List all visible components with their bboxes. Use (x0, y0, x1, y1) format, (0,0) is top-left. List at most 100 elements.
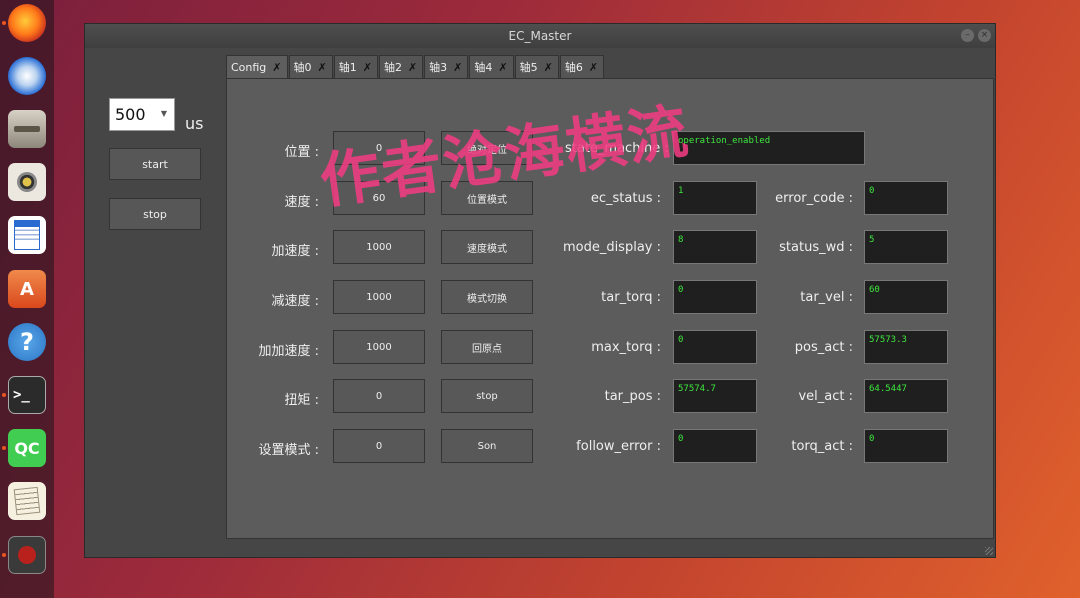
speed-label: 速度 : (284, 195, 319, 210)
decel-field[interactable]: 1000 (333, 280, 425, 314)
period-value: 500 (115, 105, 146, 124)
files-icon[interactable] (8, 110, 46, 148)
minimize-icon[interactable]: – (961, 29, 974, 42)
qtcreator-icon[interactable]: QC (8, 429, 46, 467)
tar-torq-label: tar_torq : (601, 290, 661, 305)
firefox-icon[interactable] (8, 4, 46, 42)
speed-field[interactable]: 60 (333, 181, 425, 215)
tab-label: 轴0 (293, 61, 312, 74)
close-tab-icon[interactable]: ✗ (498, 61, 507, 74)
tab-axis-3[interactable]: 轴3 ✗ (424, 55, 469, 78)
record-icon (18, 546, 36, 564)
tab-axis-6[interactable]: 轴6 ✗ (559, 55, 605, 78)
tab-axis-0[interactable]: 轴0 ✗ (288, 55, 333, 78)
tab-axis-5[interactable]: 轴5 ✗ (514, 55, 559, 78)
position-label: 位置 : (284, 145, 319, 160)
running-indicator (2, 446, 6, 450)
tar-vel-display: 60 (864, 280, 948, 314)
mode-display-label: mode_display : (562, 240, 661, 255)
recorder-icon[interactable] (8, 536, 46, 574)
tar-pos-label: tar_pos : (604, 389, 661, 404)
tar-vel-label: tar_vel : (800, 290, 853, 305)
mode-display-display: 8 (673, 230, 757, 264)
thunderbird-icon[interactable] (8, 57, 46, 95)
error-code-display: 0 (864, 181, 948, 215)
velocity-mode-button[interactable]: 速度模式 (441, 230, 533, 264)
follow-error-label: follow_error : (576, 439, 661, 454)
state-machine-label: state_machine : (565, 141, 669, 156)
running-indicator (2, 553, 6, 557)
ec-status-label: ec_status : (590, 191, 661, 206)
rhythmbox-icon[interactable] (8, 163, 46, 201)
resize-grip[interactable] (985, 547, 993, 555)
start-button[interactable]: start (109, 148, 201, 180)
tab-label: 轴1 (338, 61, 357, 74)
torq-act-display: 0 (864, 429, 948, 463)
period-select[interactable]: 500 ▼ (109, 98, 175, 131)
ec-master-window: EC_Master – × 500 ▼ us start stop Config… (84, 23, 996, 558)
close-tab-icon[interactable]: ✗ (318, 61, 327, 74)
dock: A ? >_ QC (0, 0, 54, 598)
tab-bar: Config ✗ 轴0 ✗ 轴1 ✗ 轴2 ✗ 轴3 ✗ 轴4 ✗ 轴5 ✗ 轴6 ✗ (226, 55, 605, 79)
tab-label: 轴2 (383, 61, 402, 74)
close-tab-icon[interactable]: ✗ (272, 61, 281, 74)
vel-act-display: 64.5447 (864, 379, 948, 413)
window-title: EC_Master (508, 29, 572, 43)
drawer-handle-icon (14, 126, 40, 132)
close-tab-icon[interactable]: ✗ (453, 61, 462, 74)
vel-act-label: vel_act : (798, 389, 853, 404)
position-mode-button[interactable]: 位置模式 (441, 181, 533, 215)
jerk-field[interactable]: 1000 (333, 330, 425, 364)
axis-control-panel: 位置 : 速度 : 加速度 : 减速度 : 加加速度 : 扭矩 : 设置模式 :… (226, 78, 994, 539)
period-unit-label: us (185, 114, 204, 133)
max-torq-label: max_torq : (591, 340, 661, 355)
mode-field[interactable]: 0 (333, 429, 425, 463)
son-button[interactable]: Son (441, 429, 533, 463)
position-field[interactable]: 0 (333, 131, 425, 165)
close-tab-icon[interactable]: ✗ (408, 61, 417, 74)
help-icon[interactable]: ? (8, 323, 46, 361)
close-icon[interactable]: × (978, 29, 991, 42)
decel-label: 减速度 : (271, 294, 319, 309)
tab-axis-2[interactable]: 轴2 ✗ (378, 55, 424, 78)
tab-label: 轴4 (474, 61, 493, 74)
document-icon (14, 220, 40, 250)
absolute-position-button[interactable]: 绝对定位 (441, 131, 533, 165)
mode-label: 设置模式 : (258, 443, 319, 458)
mode-switch-button[interactable]: 模式切换 (441, 280, 533, 314)
tab-config[interactable]: Config ✗ (226, 55, 288, 78)
running-indicator (2, 393, 6, 397)
close-tab-icon[interactable]: ✗ (589, 61, 598, 74)
max-torq-display: 0 (673, 330, 757, 364)
tab-axis-4[interactable]: 轴4 ✗ (469, 55, 514, 78)
torque-field[interactable]: 0 (333, 379, 425, 413)
ec-status-display: 1 (673, 181, 757, 215)
tab-label: Config (231, 60, 267, 74)
pos-act-label: pos_act : (794, 340, 853, 355)
torq-act-label: torq_act : (791, 439, 853, 454)
home-button[interactable]: 回原点 (441, 330, 533, 364)
axis-stop-button[interactable]: stop (441, 379, 533, 413)
tar-torq-display: 0 (673, 280, 757, 314)
terminal-icon[interactable]: >_ (8, 376, 46, 414)
writer-icon[interactable] (8, 216, 46, 254)
tab-label: 轴3 (429, 61, 448, 74)
software-icon[interactable]: A (8, 270, 46, 308)
torque-label: 扭矩 : (284, 393, 319, 408)
close-tab-icon[interactable]: ✗ (544, 61, 553, 74)
stop-button[interactable]: stop (109, 198, 201, 230)
tab-label: 轴5 (519, 61, 538, 74)
tab-axis-1[interactable]: 轴1 ✗ (333, 55, 378, 78)
notepad-icon (13, 486, 41, 516)
close-tab-icon[interactable]: ✗ (363, 61, 372, 74)
tar-pos-display: 57574.7 (673, 379, 757, 413)
title-bar[interactable]: EC_Master – × (85, 24, 995, 48)
status-wd-label: status_wd : (779, 240, 853, 255)
tab-label: 轴6 (564, 61, 583, 74)
follow-error-display: 0 (673, 429, 757, 463)
accel-field[interactable]: 1000 (333, 230, 425, 264)
status-wd-display: 5 (864, 230, 948, 264)
text-editor-icon[interactable] (8, 482, 46, 520)
error-code-label: error_code : (775, 191, 853, 206)
pos-act-display: 57573.3 (864, 330, 948, 364)
